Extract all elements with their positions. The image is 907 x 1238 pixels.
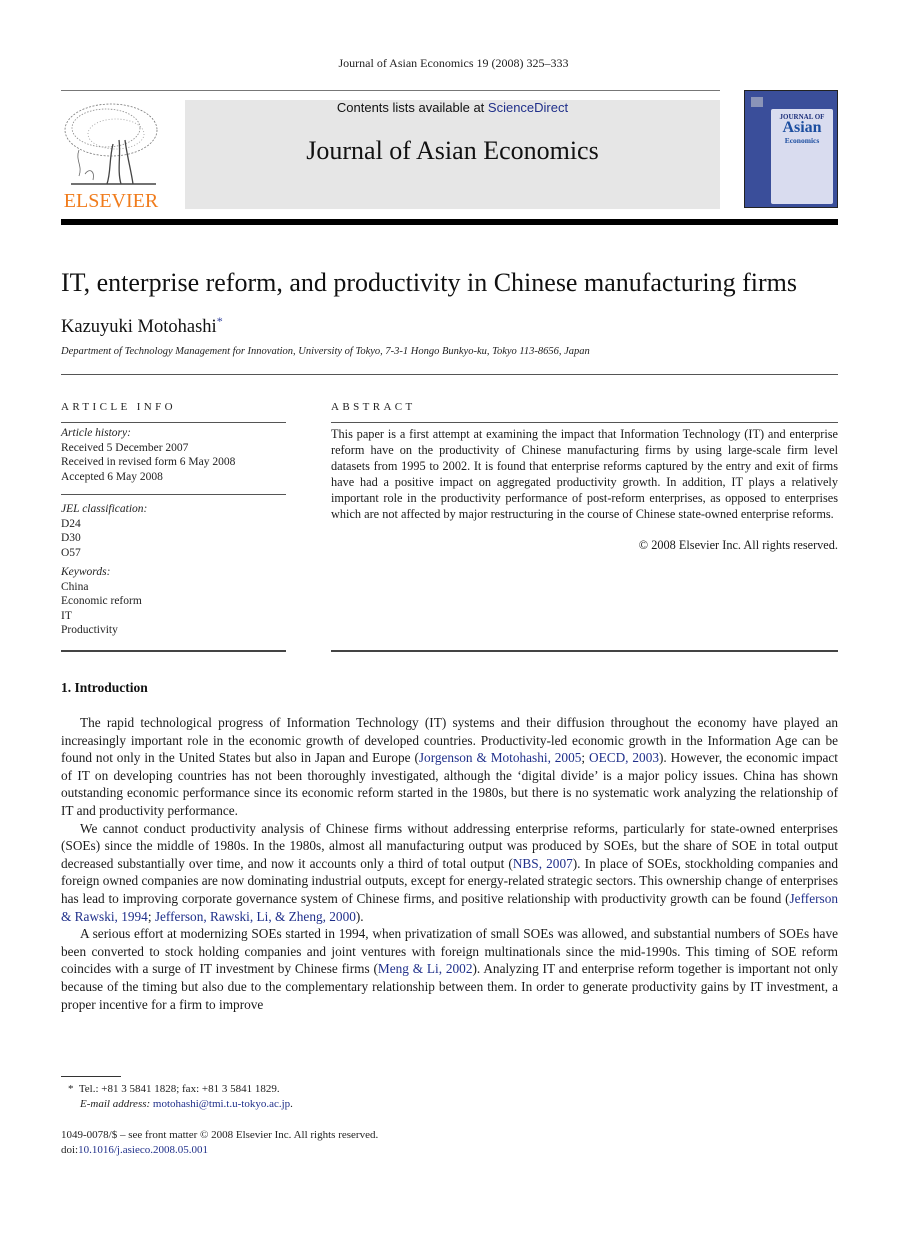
running-head: Journal of Asian Economics 19 (2008) 325…: [338, 56, 569, 70]
citation-link[interactable]: Meng & Li, 2002: [378, 961, 473, 976]
paragraph-2: We cannot conduct productivity analysis …: [61, 820, 838, 926]
keyword: China: [61, 580, 89, 593]
jel-code: D30: [61, 532, 81, 545]
article-info-heading: ARTICLE INFO: [61, 401, 176, 413]
article-info-rule: [61, 422, 286, 423]
author-footnote-mark[interactable]: *: [217, 314, 223, 328]
journal-title: Journal of Asian Economics: [306, 136, 599, 165]
citation-separator: ;: [147, 908, 155, 924]
citation-link[interactable]: Jefferson, Rawski, Li, & Zheng, 2000: [155, 909, 356, 924]
author-footnote: * Tel.: +81 3 5841 1828; fax: +81 3 5841…: [68, 1082, 293, 1112]
affiliation: Department of Technology Management for …: [61, 346, 590, 357]
elsevier-wordmark: ELSEVIER: [63, 190, 159, 212]
keyword: Economic reform: [61, 595, 142, 608]
contents-availability: Contents lists available at ScienceDirec…: [185, 100, 720, 115]
jel-classification: JEL classification: D24 D30 O57: [61, 502, 147, 560]
cover-line-3: Economics: [784, 136, 820, 145]
keyword: Productivity: [61, 624, 118, 637]
article-info-bottom-rule: [61, 650, 286, 652]
history-received: Received 5 December 2007: [61, 441, 189, 454]
email-end: .: [290, 1098, 293, 1110]
abstract-rule: [331, 422, 838, 423]
abstract-heading: ABSTRACT: [331, 401, 416, 413]
jel-label: JEL classification:: [61, 503, 148, 515]
abstract-copyright: © 2008 Elsevier Inc. All rights reserved…: [638, 538, 838, 552]
masthead-rule: [61, 219, 838, 225]
abstract-text: This paper is a first attempt at examini…: [331, 427, 838, 521]
footnote-contact: Tel.: +81 3 5841 1828; fax: +81 3 5841 1…: [78, 1083, 280, 1095]
citation-separator: ;: [581, 750, 589, 766]
history-accepted: Accepted 6 May 2008: [61, 470, 163, 483]
author-line: Kazuyuki Motohashi*: [61, 314, 223, 338]
email-link[interactable]: motohashi@tmi.t.u-tokyo.ac.jp: [153, 1098, 290, 1110]
cover-line-2: Asian: [782, 119, 822, 136]
paragraph-3: A serious effort at modernizing SOEs sta…: [61, 925, 838, 1013]
citation-link[interactable]: NBS, 2007: [513, 856, 573, 871]
keywords: Keywords: China Economic reform IT Produ…: [61, 565, 142, 638]
issn-line: 1049-0078/$ – see front matter © 2008 El…: [61, 1129, 379, 1141]
history-revised: Received in revised form 6 May 2008: [61, 456, 236, 469]
jel-code: O57: [61, 546, 81, 559]
doi-prefix: doi:: [61, 1144, 79, 1156]
keywords-label: Keywords:: [61, 566, 111, 578]
history-label: Article history:: [61, 427, 131, 439]
title-rule: [61, 374, 838, 375]
doi-link[interactable]: 10.1016/j.asieco.2008.05.001: [78, 1144, 208, 1156]
keyword: IT: [61, 609, 72, 622]
abstract-bottom-rule: [331, 650, 838, 652]
introduction-body: The rapid technological progress of Info…: [61, 714, 838, 1013]
paragraph-1: The rapid technological progress of Info…: [61, 714, 838, 820]
email-label: E-mail address:: [80, 1098, 153, 1110]
header-rule: [61, 90, 720, 91]
journal-banner: Contents lists available at ScienceDirec…: [185, 100, 720, 209]
journal-cover: JOURNAL OF Asian Economics: [744, 90, 838, 208]
sciencedirect-link[interactable]: ScienceDirect: [488, 100, 568, 115]
article-title: IT, enterprise reform, and productivity …: [61, 268, 797, 297]
citation-link[interactable]: OECD, 2003: [589, 750, 659, 765]
section-heading-introduction: 1. Introduction: [61, 680, 148, 695]
footnote-mark: *: [68, 1083, 74, 1095]
footnote-rule: [61, 1076, 121, 1077]
cover-logo-icon: [751, 97, 763, 107]
history-rule: [61, 494, 286, 495]
article-history: Article history: Received 5 December 200…: [61, 426, 235, 484]
contents-prefix: Contents lists available at: [336, 100, 488, 115]
author-name: Kazuyuki Motohashi: [61, 317, 217, 338]
front-matter: 1049-0078/$ – see front matter © 2008 El…: [61, 1128, 378, 1158]
citation-link[interactable]: Jorgenson & Motohashi, 2005: [419, 750, 582, 765]
jel-code: D24: [61, 517, 81, 530]
paragraph-text: ).: [355, 908, 364, 924]
cover-panel: JOURNAL OF Asian Economics: [771, 109, 833, 204]
